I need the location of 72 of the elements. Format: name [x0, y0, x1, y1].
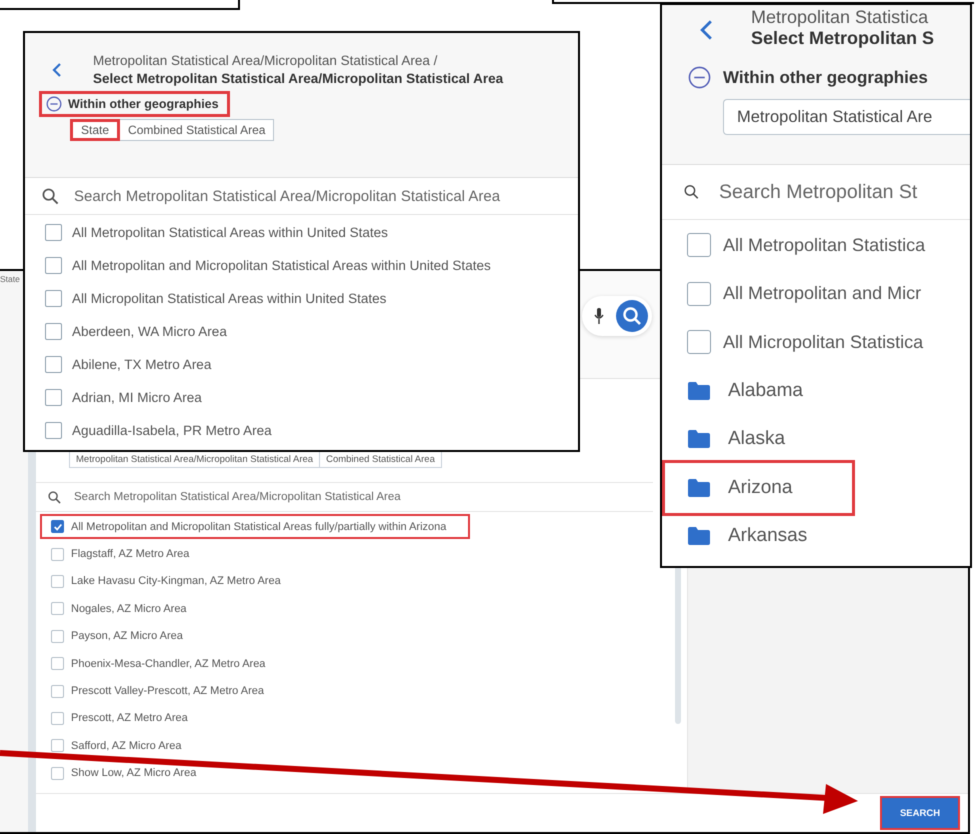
list-item[interactable]: Prescott Valley-Prescott, AZ Metro Area — [40, 678, 288, 704]
checkbox[interactable] — [51, 602, 64, 616]
search-icon — [48, 490, 61, 504]
list-item[interactable]: Safford, AZ Micro Area — [40, 733, 206, 758]
list-item[interactable]: Abilene, TX Metro Area — [25, 348, 578, 381]
list-item[interactable]: All Metropolitan and Micropolitan Statistical Areas within United States — [25, 249, 578, 282]
checkbox[interactable] — [45, 323, 62, 340]
sidebar-label: State — [0, 274, 21, 284]
list-item[interactable]: All Micropolitan Statistica — [662, 318, 970, 366]
list-item[interactable]: All Metropolitan Statistical Areas within United States — [25, 216, 578, 249]
panel-title: Select Metropolitan S — [751, 28, 934, 49]
breadcrumb: Metropolitan Statistical Area/Micropolitan Statistical Area / — [93, 53, 438, 68]
minus-circle-icon — [46, 96, 62, 112]
search-field[interactable]: Search Metropolitan Statistical Area/Micropolitan Statistical Area — [74, 484, 653, 510]
checkbox[interactable] — [51, 739, 64, 752]
folder-icon — [688, 382, 710, 400]
geography-dropdown[interactable]: Metropolitan Statistical Are — [723, 99, 970, 135]
list-item[interactable]: All Micropolitan Statistical Areas within United States — [25, 282, 578, 315]
filter-tab[interactable]: Metropolitan Statistical Area/Micropolitan Statistical Area — [69, 451, 320, 468]
list-item[interactable]: All Metropolitan and Micropolitan Statistical Areas fully/partially within Arizona — [40, 514, 470, 540]
filter-tab[interactable]: State — [70, 119, 120, 141]
list-item[interactable]: Show Low, AZ Micro Area — [40, 760, 220, 786]
folder-icon — [688, 526, 710, 545]
breadcrumb: Metropolitan Statistica — [751, 7, 930, 28]
search-button[interactable]: SEARCH — [882, 798, 958, 828]
checkbox[interactable] — [45, 389, 62, 406]
list-item[interactable]: Adrian, MI Micro Area — [25, 381, 578, 414]
list-item[interactable]: All Metropolitan Statistica — [662, 221, 970, 270]
checkbox[interactable] — [45, 290, 62, 307]
search-icon[interactable] — [616, 300, 648, 332]
list-item[interactable]: Payson, AZ Micro Area — [40, 624, 207, 649]
checkbox[interactable] — [51, 548, 64, 561]
folder-item[interactable]: Alabama — [662, 366, 866, 415]
search-field[interactable]: Search Metropolitan Statistical Area/Micropolitan Statistical Area — [74, 179, 578, 213]
microphone-icon[interactable] — [594, 308, 604, 324]
chevron-left-icon — [700, 19, 713, 41]
list-item[interactable]: Prescott, AZ Metro Area — [40, 706, 212, 731]
search-field[interactable]: Search Metropolitan St — [719, 167, 970, 217]
checkbox[interactable] — [45, 224, 62, 241]
chevron-left-icon — [52, 62, 62, 78]
geography-toggle[interactable]: Within other geographies — [39, 91, 230, 117]
checkbox[interactable] — [45, 356, 62, 373]
checkbox[interactable] — [51, 657, 64, 670]
checkbox[interactable] — [687, 282, 711, 306]
panel-title: Select Metropolitan Statistical Area/Micropolitan Statistical Area — [93, 71, 504, 86]
checkbox[interactable] — [51, 630, 64, 643]
back-button[interactable] — [700, 19, 713, 41]
checkbox[interactable] — [687, 233, 711, 258]
checkbox[interactable] — [51, 520, 64, 534]
checkbox[interactable] — [51, 684, 64, 698]
folder-icon — [688, 478, 710, 496]
list-item[interactable]: Phoenix-Mesa-Chandler, AZ Metro Area — [40, 651, 290, 676]
list-item[interactable]: Aguadilla-Isabela, PR Metro Area — [25, 414, 578, 447]
list-item[interactable]: Nogales, AZ Micro Area — [40, 596, 211, 622]
folder-item[interactable]: Arizona — [662, 460, 856, 516]
minus-circle-icon — [688, 66, 711, 89]
checkbox[interactable] — [51, 766, 64, 780]
filter-tab[interactable]: Combined Statistical Area — [120, 119, 274, 141]
checkbox[interactable] — [45, 257, 62, 274]
geography-toggle[interactable]: Within other geographies — [686, 64, 930, 91]
filter-tab[interactable]: Combined Statistical Area — [320, 451, 442, 468]
checkbox[interactable] — [51, 574, 64, 588]
checkbox[interactable] — [45, 422, 62, 439]
list-item[interactable]: Aberdeen, WA Micro Area — [25, 315, 578, 348]
list-item[interactable]: Lake Havasu City-Kingman, AZ Metro Area — [40, 568, 305, 594]
search-bar[interactable] — [582, 296, 652, 336]
list-item[interactable]: All Metropolitan and Micr — [662, 270, 970, 318]
checkbox[interactable] — [687, 330, 711, 354]
list-item[interactable]: Flagstaff, AZ Metro Area — [40, 542, 214, 567]
checkbox[interactable] — [51, 712, 64, 725]
folder-icon — [688, 430, 710, 448]
search-icon — [42, 188, 59, 204]
